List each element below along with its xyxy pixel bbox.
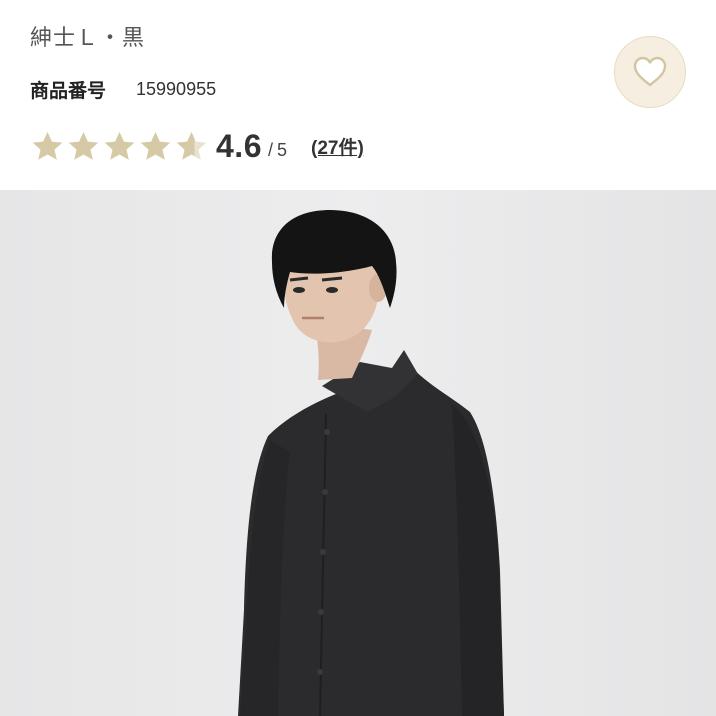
product-header: 紳士Ｌ・黒 商品番号 15990955 4.6 / 5 (27件) — [0, 0, 716, 190]
star-icon — [32, 131, 63, 160]
rating-value: 4.6 — [216, 127, 262, 164]
product-code-label: 商品番号 — [30, 79, 107, 102]
star-icon — [104, 131, 135, 160]
product-image — [0, 190, 716, 716]
favorite-button[interactable] — [614, 36, 686, 108]
product-code-row: 商品番号 15990955 — [30, 76, 216, 102]
rating-row: 4.6 / 5 (27件) — [30, 126, 364, 166]
star-icon — [68, 131, 99, 160]
heart-icon — [633, 56, 667, 87]
rating-max: 5 — [277, 139, 288, 160]
review-count-link[interactable]: (27件) — [311, 133, 364, 160]
product-code-value: 15990955 — [136, 78, 217, 99]
model-photo — [0, 190, 716, 716]
star-icon — [176, 131, 207, 160]
product-subtitle: 紳士Ｌ・黒 — [30, 26, 146, 51]
star-icon — [140, 131, 171, 160]
rating-stars — [30, 130, 210, 163]
rating-separator: / — [267, 139, 273, 160]
